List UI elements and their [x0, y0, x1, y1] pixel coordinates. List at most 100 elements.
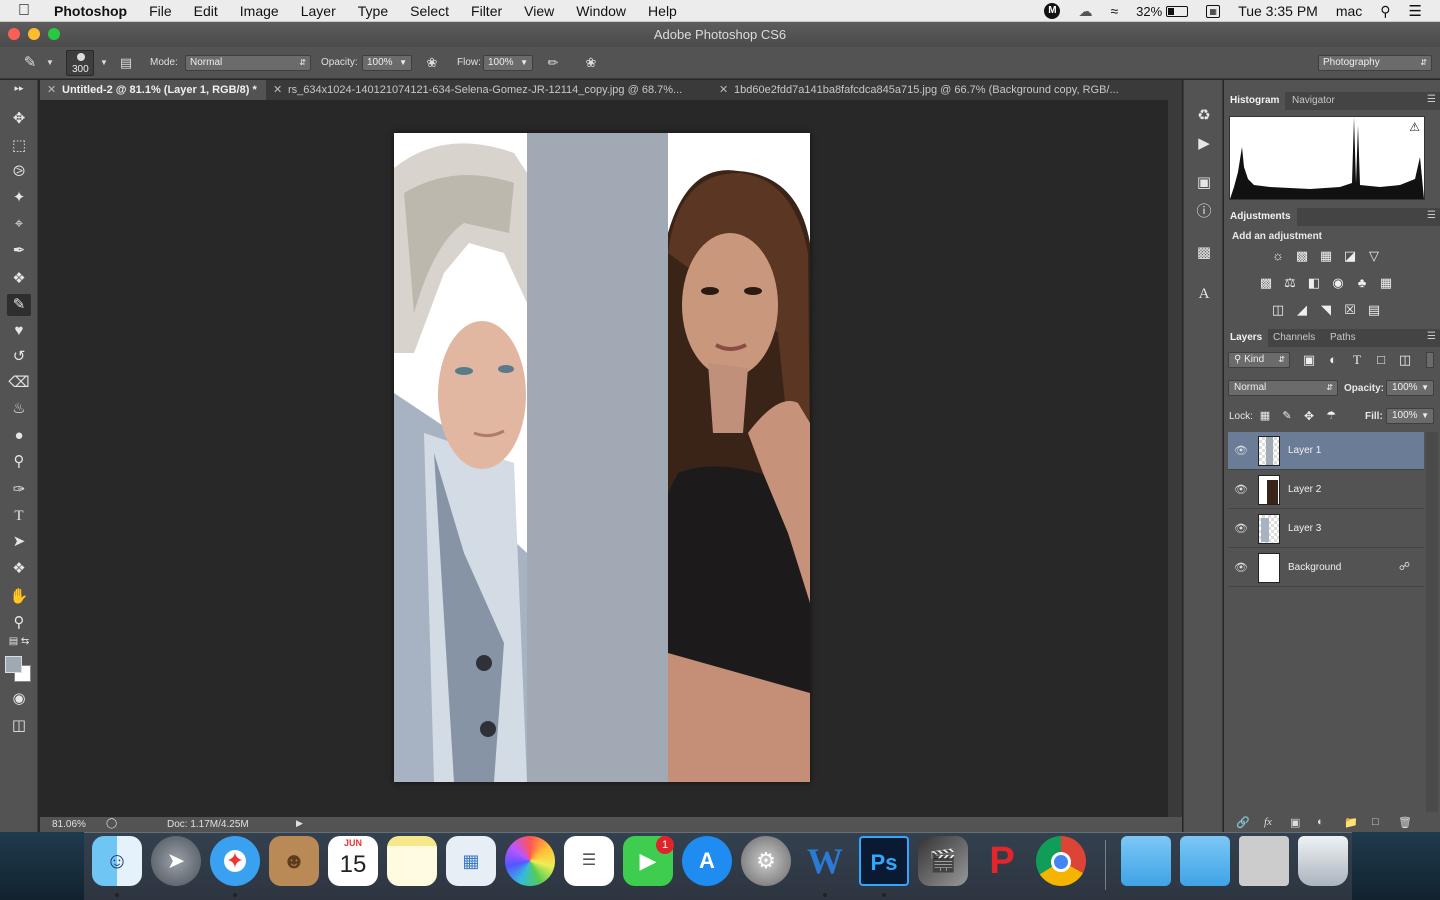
dock-trash-icon[interactable]	[1298, 836, 1348, 886]
type-tool-icon[interactable]: T	[7, 505, 31, 527]
delete-layer-icon[interactable]: 🗑	[1398, 816, 1412, 829]
move-tool-icon[interactable]: ✥	[7, 108, 31, 130]
color-balance-icon[interactable]: ⚖	[1281, 275, 1299, 291]
new-adjustment-layer-icon[interactable]: ◐	[1317, 816, 1324, 828]
tab-histogram[interactable]: Histogram	[1224, 92, 1286, 110]
status-menu-arrow-icon[interactable]: ▶	[296, 818, 303, 829]
new-group-icon[interactable]: 📁	[1344, 816, 1358, 829]
lock-position-icon[interactable]: ✥	[1300, 408, 1318, 424]
link-layers-icon[interactable]: 🔗	[1236, 816, 1250, 829]
dock-word-icon[interactable]: W	[800, 836, 850, 886]
layer-row-layer-1[interactable]: 👁 Layer 1	[1228, 432, 1424, 470]
workspace-select[interactable]: Photography ⇵	[1318, 55, 1432, 71]
threshold-icon[interactable]: ◥	[1317, 302, 1335, 318]
status-export-icon[interactable]: ◯	[106, 818, 117, 829]
pen-tool-icon[interactable]: ✑	[7, 479, 31, 501]
filter-shape-layers-icon[interactable]: □	[1372, 352, 1390, 368]
brush-tool-preset-icon[interactable]: ✎	[22, 55, 38, 71]
filter-smart-objects-icon[interactable]: ◫	[1396, 352, 1414, 368]
cached-data-warning-icon[interactable]: ⚠	[1409, 120, 1420, 134]
lasso-tool-icon[interactable]: ⧁	[7, 161, 31, 183]
actions-panel-icon[interactable]: ▶	[1194, 134, 1214, 154]
dock-polaris-office-icon[interactable]: P	[977, 836, 1027, 886]
quick-mask-icon[interactable]: ◉	[7, 688, 31, 710]
invert-icon[interactable]: ◫	[1269, 302, 1287, 318]
toolbox-collapse-icon[interactable]: ▸▸	[7, 83, 31, 93]
brush-panel-toggle-icon[interactable]: ▤	[118, 55, 134, 71]
shape-tool-icon[interactable]: ❖	[7, 558, 31, 580]
path-selection-tool-icon[interactable]: ➤	[7, 531, 31, 553]
magic-wand-tool-icon[interactable]: ✦	[7, 187, 31, 209]
dock-contacts-icon[interactable]: ☻	[269, 836, 319, 886]
menu-filter[interactable]: Filter	[471, 3, 502, 19]
add-mask-icon[interactable]: ▣	[1290, 816, 1300, 829]
tab-close-icon[interactable]: ✕	[719, 80, 728, 100]
layer-opacity-field[interactable]: 100% ▼	[1386, 380, 1434, 396]
posterize-icon[interactable]: ◢	[1293, 302, 1311, 318]
channel-mixer-icon[interactable]: ♣	[1353, 275, 1371, 291]
photo-filter-icon[interactable]: ◉	[1329, 275, 1347, 291]
history-panel-icon[interactable]: ♻	[1194, 106, 1214, 126]
histogram-panel-menu-icon[interactable]: ☰	[1427, 94, 1436, 105]
dock-app-store-icon[interactable]: A	[682, 836, 732, 886]
wifi-icon[interactable]: ≈	[1110, 3, 1118, 19]
dock-chrome-icon[interactable]	[1036, 836, 1086, 886]
info-panel-icon[interactable]: ⓘ	[1194, 202, 1214, 222]
properties-panel-icon[interactable]: ▣	[1194, 173, 1214, 193]
battery-percent[interactable]: 32%	[1136, 4, 1162, 19]
creative-cloud-icon[interactable]: ☁	[1078, 3, 1092, 20]
color-lookup-icon[interactable]: ▦	[1377, 275, 1395, 291]
input-source-icon[interactable]: ▦	[1206, 4, 1221, 18]
hand-tool-icon[interactable]: ✋	[7, 586, 31, 608]
screen-mode-icon[interactable]: ◫	[7, 715, 31, 737]
brush-presets-panel-icon[interactable]: ▩	[1194, 243, 1214, 263]
black-white-icon[interactable]: ◧	[1305, 275, 1323, 291]
tab-navigator[interactable]: Navigator	[1286, 92, 1341, 110]
history-brush-tool-icon[interactable]: ↺	[7, 346, 31, 368]
document-tab-selena[interactable]: ✕ rs_634x1024-140121074121-634-Selena-Go…	[266, 80, 712, 100]
dock-calendar-icon[interactable]: JUN 15	[328, 836, 378, 886]
vibrance-icon[interactable]: ▽	[1365, 248, 1383, 264]
curves-icon[interactable]: ▦	[1317, 248, 1335, 264]
opacity-field[interactable]: 100% ▼	[362, 55, 412, 71]
levels-icon[interactable]: ▩	[1293, 248, 1311, 264]
blur-tool-icon[interactable]: ●	[7, 425, 31, 447]
notification-center-icon[interactable]: ☰	[1409, 2, 1422, 20]
zoom-level[interactable]: 81.06%	[52, 819, 86, 830]
dock-safari-icon[interactable]: ✦	[210, 836, 260, 886]
hue-saturation-icon[interactable]: ▩	[1257, 275, 1275, 291]
filter-type-layers-icon[interactable]: T	[1348, 352, 1366, 368]
dock-notes-icon[interactable]	[387, 836, 437, 886]
tab-adjustments[interactable]: Adjustments	[1224, 208, 1297, 226]
filter-toggle-switch[interactable]	[1426, 352, 1434, 368]
tab-close-icon[interactable]: ✕	[47, 80, 56, 100]
brush-tool-icon[interactable]: ✎	[7, 294, 31, 316]
brush-preset-picker[interactable]: 300	[66, 50, 94, 76]
brightness-contrast-icon[interactable]: ☼	[1269, 248, 1287, 264]
menubar-user[interactable]: mac	[1336, 3, 1362, 19]
filter-adjustment-layers-icon[interactable]: ◐	[1324, 352, 1342, 368]
layer-kind-filter[interactable]: ⚲ Kind ⇵	[1228, 352, 1290, 368]
character-panel-icon[interactable]: A	[1194, 284, 1214, 304]
flow-field[interactable]: 100% ▼	[483, 55, 533, 71]
window-minimize-button[interactable]	[28, 28, 40, 40]
paint-bucket-tool-icon[interactable]: ♨	[7, 398, 31, 420]
default-colors-icon[interactable]: ▤ ⇆	[7, 635, 31, 649]
battery-icon[interactable]	[1166, 5, 1189, 17]
dock-finder-icon[interactable]: ☺	[92, 836, 142, 886]
dock-folder-2-icon[interactable]	[1180, 836, 1230, 886]
brush-picker-dropdown-icon[interactable]: ▼	[96, 55, 112, 71]
eraser-tool-icon[interactable]: ⌫	[7, 372, 31, 394]
dock-photoshop-icon[interactable]: Ps	[859, 836, 909, 886]
layers-panel-scrollbar[interactable]	[1426, 432, 1438, 812]
exposure-icon[interactable]: ◪	[1341, 248, 1359, 264]
mode-select[interactable]: Normal ⇵	[185, 55, 311, 71]
pressure-opacity-icon[interactable]: ❀	[424, 55, 440, 71]
document-tab-untitled-2[interactable]: ✕ Untitled-2 @ 81.1% (Layer 1, RGB/8) *	[40, 80, 266, 100]
dock-photos-icon[interactable]	[505, 836, 555, 886]
menu-select[interactable]: Select	[410, 3, 449, 19]
pressure-size-icon[interactable]: ❀	[583, 55, 599, 71]
dock-screenshots-stack-icon[interactable]	[1239, 836, 1289, 886]
menu-layer[interactable]: Layer	[301, 3, 336, 19]
foreground-color-swatch[interactable]	[5, 656, 22, 673]
